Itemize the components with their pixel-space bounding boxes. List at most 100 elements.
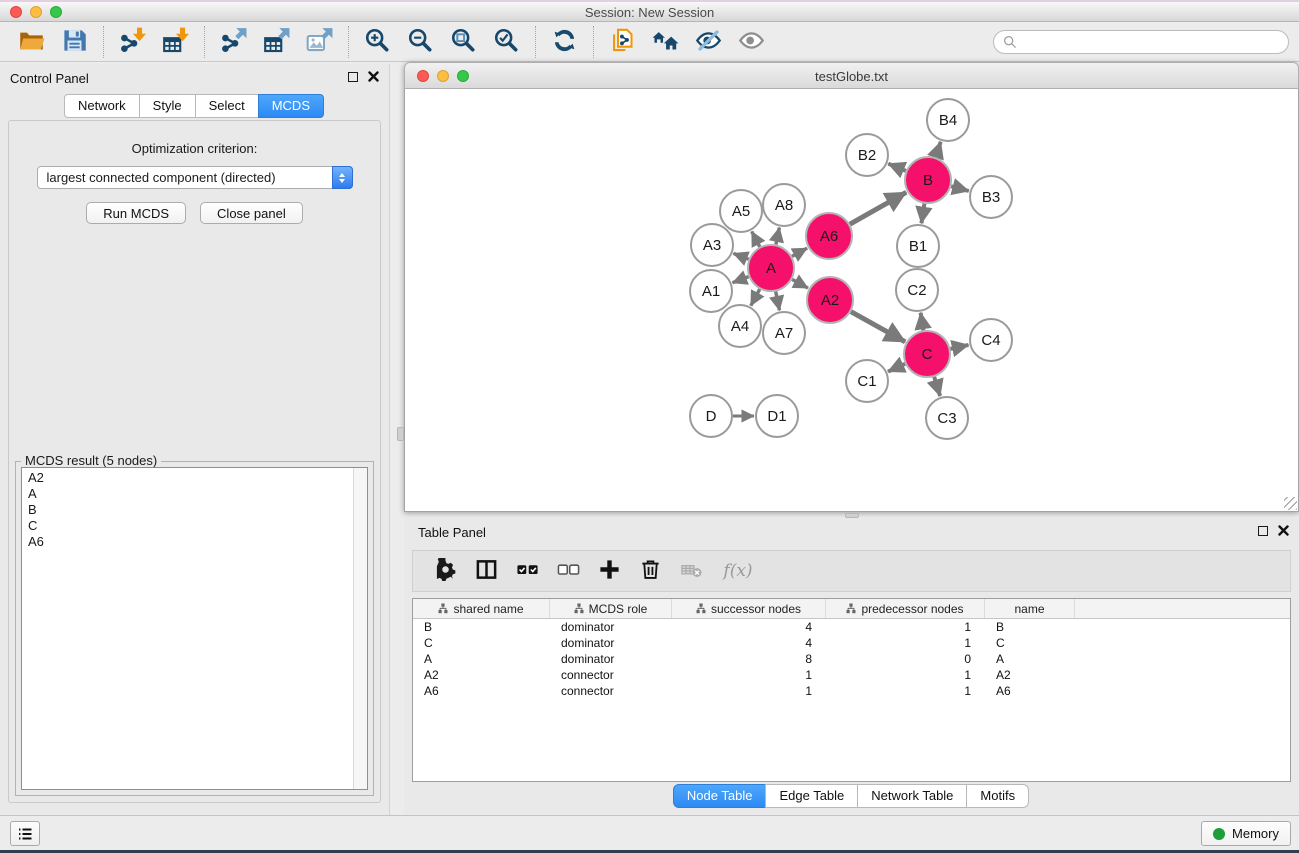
graph-edge-A-A1[interactable] <box>733 277 749 283</box>
gear-button[interactable] <box>431 556 459 586</box>
run-mcds-button[interactable]: Run MCDS <box>86 202 186 224</box>
graph-edge-A-A4[interactable] <box>751 289 760 306</box>
search-field[interactable] <box>993 30 1289 54</box>
cell-successor-nodes[interactable]: 8 <box>672 652 826 666</box>
graph-node-D1[interactable]: D1 <box>756 395 798 437</box>
cell-name[interactable]: A6 <box>985 684 1075 698</box>
cell-predecessor-nodes[interactable]: 1 <box>826 668 985 682</box>
graph-node-C1[interactable]: C1 <box>846 360 888 402</box>
delete-column-button[interactable] <box>636 556 664 586</box>
close-table-panel-icon[interactable] <box>1278 525 1289 536</box>
search-input[interactable] <box>1023 34 1279 49</box>
optimization-criterion-select[interactable]: largest connected component (directed) <box>37 166 353 189</box>
graph-node-A2[interactable]: A2 <box>807 277 853 323</box>
mcds-result-list[interactable]: A2ABCA6 <box>21 467 368 790</box>
graph-edge-A-A3[interactable] <box>733 253 748 259</box>
mcds-result-item[interactable]: B <box>28 502 361 518</box>
graph-edge-B-B1[interactable] <box>921 204 924 224</box>
graph-node-B2[interactable]: B2 <box>846 134 888 176</box>
select-all-checkboxes-button[interactable] <box>513 556 541 586</box>
cell-name[interactable]: A2 <box>985 668 1075 682</box>
zoom-in-button[interactable] <box>356 24 399 60</box>
column-header-predecessor-nodes[interactable]: predecessor nodes <box>826 599 985 618</box>
network-window-titlebar[interactable]: testGlobe.txt <box>404 62 1299 89</box>
graph-node-B[interactable]: B <box>905 157 951 203</box>
cell-shared-name[interactable]: A2 <box>413 668 550 682</box>
graph-edge-A6-B[interactable] <box>850 192 906 224</box>
graph-node-A4[interactable]: A4 <box>719 305 761 347</box>
result-scrollbar-track[interactable] <box>353 468 367 789</box>
cell-shared-name[interactable]: C <box>413 636 550 650</box>
cell-successor-nodes[interactable]: 4 <box>672 620 826 634</box>
close-panel-button[interactable]: Close panel <box>200 202 303 224</box>
close-panel-icon[interactable] <box>368 71 379 82</box>
cell-successor-nodes[interactable]: 4 <box>672 636 826 650</box>
tab-select[interactable]: Select <box>195 94 259 118</box>
cell-shared-name[interactable]: A <box>413 652 550 666</box>
graph-edge-A-A6[interactable] <box>792 248 807 256</box>
float-panel-icon[interactable] <box>348 72 358 82</box>
task-history-button[interactable] <box>10 821 40 846</box>
tab-motifs[interactable]: Motifs <box>966 784 1029 808</box>
mcds-result-item[interactable]: C <box>28 518 361 534</box>
delete-table-button[interactable] <box>677 556 705 586</box>
tab-node-table[interactable]: Node Table <box>673 784 767 808</box>
cell-shared-name[interactable]: B <box>413 620 550 634</box>
graph-node-D[interactable]: D <box>690 395 732 437</box>
table-row[interactable]: Bdominator41B <box>413 619 1290 635</box>
open-file-button[interactable] <box>10 24 53 60</box>
cell-name[interactable]: B <box>985 620 1075 634</box>
network-from-selection-button[interactable] <box>601 24 644 60</box>
cell-MCDS-role[interactable]: dominator <box>550 620 672 634</box>
mcds-result-item[interactable]: A2 <box>28 470 361 486</box>
cell-predecessor-nodes[interactable]: 0 <box>826 652 985 666</box>
column-header-successor-nodes[interactable]: successor nodes <box>672 599 826 618</box>
graph-node-B4[interactable]: B4 <box>927 99 969 141</box>
graph-node-A8[interactable]: A8 <box>763 184 805 226</box>
graph-edge-A-A8[interactable] <box>776 228 780 245</box>
graph-edge-B-B2[interactable] <box>888 164 906 171</box>
zoom-selected-button[interactable] <box>485 24 528 60</box>
refresh-button[interactable] <box>543 24 586 60</box>
mcds-result-item[interactable]: A6 <box>28 534 361 550</box>
node-table[interactable]: shared nameMCDS rolesuccessor nodesprede… <box>412 598 1291 782</box>
vertical-splitter-handle[interactable] <box>397 427 404 441</box>
graph-node-C4[interactable]: C4 <box>970 319 1012 361</box>
function-builder-button[interactable]: f(x) <box>718 556 758 586</box>
add-column-button[interactable] <box>595 556 623 586</box>
import-table-button[interactable] <box>154 24 197 60</box>
export-table-button[interactable] <box>255 24 298 60</box>
graph-node-C3[interactable]: C3 <box>926 397 968 439</box>
zoom-fit-button[interactable] <box>442 24 485 60</box>
graph-node-B3[interactable]: B3 <box>970 176 1012 218</box>
cell-shared-name[interactable]: A6 <box>413 684 550 698</box>
graph-node-A5[interactable]: A5 <box>720 190 762 232</box>
column-header-name[interactable]: name <box>985 599 1075 618</box>
graph-edge-A2-C[interactable] <box>851 312 905 342</box>
cell-name[interactable]: C <box>985 636 1075 650</box>
cell-MCDS-role[interactable]: dominator <box>550 636 672 650</box>
graph-node-A3[interactable]: A3 <box>691 224 733 266</box>
tab-edge-table[interactable]: Edge Table <box>765 784 858 808</box>
graph-edge-C-C4[interactable] <box>950 345 968 349</box>
graph-node-C2[interactable]: C2 <box>896 269 938 311</box>
cell-MCDS-role[interactable]: connector <box>550 668 672 682</box>
hide-panel-eye-slash-button[interactable] <box>687 24 730 60</box>
tab-network-table[interactable]: Network Table <box>857 784 967 808</box>
zoom-out-button[interactable] <box>399 24 442 60</box>
export-image-button[interactable] <box>298 24 341 60</box>
cell-MCDS-role[interactable]: connector <box>550 684 672 698</box>
graph-node-B1[interactable]: B1 <box>897 225 939 267</box>
cell-successor-nodes[interactable]: 1 <box>672 668 826 682</box>
column-header-shared-name[interactable]: shared name <box>413 599 550 618</box>
graph-edge-C-C3[interactable] <box>934 377 940 396</box>
import-network-button[interactable] <box>111 24 154 60</box>
column-header-MCDS-role[interactable]: MCDS role <box>550 599 672 618</box>
table-row[interactable]: A6connector11A6 <box>413 683 1290 699</box>
network-canvas[interactable]: ABCA2A6A1A3A4A5A7A8B1B2B3B4C1C2C3C4DD1 <box>404 89 1299 512</box>
save-session-button[interactable] <box>53 24 96 60</box>
tab-network[interactable]: Network <box>64 94 140 118</box>
table-row[interactable]: A2connector11A2 <box>413 667 1290 683</box>
deselect-all-checkboxes-button[interactable] <box>554 556 582 586</box>
graph-node-C[interactable]: C <box>904 331 950 377</box>
